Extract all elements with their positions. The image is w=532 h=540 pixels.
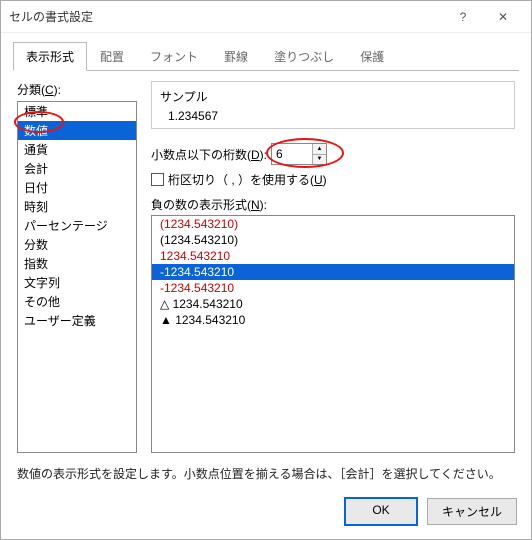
decimal-step-down[interactable]: ▼ [313, 155, 326, 165]
description-text: 数値の表示形式を設定します。小数点位置を揃える場合は、［会計］を選択してください… [17, 453, 515, 482]
category-item[interactable]: 通貨 [18, 140, 136, 159]
negative-format-item[interactable]: (1234.543210) [152, 216, 514, 232]
content-area: 分類(C): 標準数値通貨会計日付時刻パーセンテージ分数指数文字列その他ユーザー… [1, 71, 531, 488]
category-item[interactable]: 日付 [18, 178, 136, 197]
category-item[interactable]: 標準 [18, 102, 136, 121]
tab-border[interactable]: 罫線 [211, 42, 261, 71]
tab-alignment[interactable]: 配置 [87, 42, 137, 71]
decimal-spinner[interactable]: ▲ ▼ [271, 143, 327, 165]
tab-display-format[interactable]: 表示形式 [13, 42, 87, 71]
thousands-separator-label: 桁区切り（ , ）を使用する(U) [168, 171, 327, 188]
decimal-step-up[interactable]: ▲ [313, 144, 326, 155]
titlebar: セルの書式設定 ? ✕ [1, 1, 531, 33]
category-item[interactable]: 時刻 [18, 197, 136, 216]
negative-format-item[interactable]: 1234.543210 [152, 248, 514, 264]
tab-protection[interactable]: 保護 [347, 42, 397, 71]
thousands-separator-checkbox[interactable] [151, 173, 164, 186]
category-item[interactable]: 文字列 [18, 273, 136, 292]
cancel-button[interactable]: キャンセル [427, 498, 517, 525]
tab-bar: 表示形式 配置 フォント 罫線 塗りつぶし 保護 [1, 33, 531, 70]
ok-button[interactable]: OK [345, 498, 417, 525]
negative-label: 負の数の表示形式(N): [151, 196, 515, 213]
tab-fill[interactable]: 塗りつぶし [261, 42, 347, 71]
window-title: セルの書式設定 [9, 8, 443, 25]
negative-format-item[interactable]: -1234.543210 [152, 280, 514, 296]
category-item[interactable]: パーセンテージ [18, 216, 136, 235]
category-label: 分類(C): [17, 81, 137, 98]
negative-format-item[interactable]: -1234.543210 [152, 264, 514, 280]
negative-format-item[interactable]: ▲ 1234.543210 [152, 312, 514, 328]
category-item[interactable]: 分数 [18, 235, 136, 254]
category-list[interactable]: 標準数値通貨会計日付時刻パーセンテージ分数指数文字列その他ユーザー定義 [17, 101, 137, 453]
button-row: OK キャンセル [1, 488, 531, 539]
decimal-row: 小数点以下の桁数(D): ▲ ▼ [151, 143, 515, 165]
sample-title: サンプル [160, 88, 506, 105]
category-item[interactable]: 数値 [18, 121, 136, 140]
decimal-input[interactable] [272, 144, 312, 164]
category-item[interactable]: ユーザー定義 [18, 311, 136, 330]
close-icon[interactable]: ✕ [483, 3, 523, 31]
thousands-separator-row: 桁区切り（ , ）を使用する(U) [151, 171, 515, 188]
category-item[interactable]: 指数 [18, 254, 136, 273]
settings-column: サンプル 1.234567 小数点以下の桁数(D): ▲ ▼ [151, 81, 515, 453]
category-column: 分類(C): 標準数値通貨会計日付時刻パーセンテージ分数指数文字列その他ユーザー… [17, 81, 137, 453]
sample-box: サンプル 1.234567 [151, 81, 515, 129]
negative-format-item[interactable]: (1234.543210) [152, 232, 514, 248]
dialog-window: セルの書式設定 ? ✕ 表示形式 配置 フォント 罫線 塗りつぶし 保護 分類(… [0, 0, 532, 540]
sample-value: 1.234567 [160, 109, 506, 123]
help-icon[interactable]: ? [443, 3, 483, 31]
negative-format-list[interactable]: (1234.543210)(1234.543210)1234.543210-12… [151, 215, 515, 453]
decimal-label: 小数点以下の桁数(D): [151, 146, 267, 163]
category-item[interactable]: 会計 [18, 159, 136, 178]
negative-format-item[interactable]: △ 1234.543210 [152, 296, 514, 312]
tab-font[interactable]: フォント [137, 42, 211, 71]
category-item[interactable]: その他 [18, 292, 136, 311]
